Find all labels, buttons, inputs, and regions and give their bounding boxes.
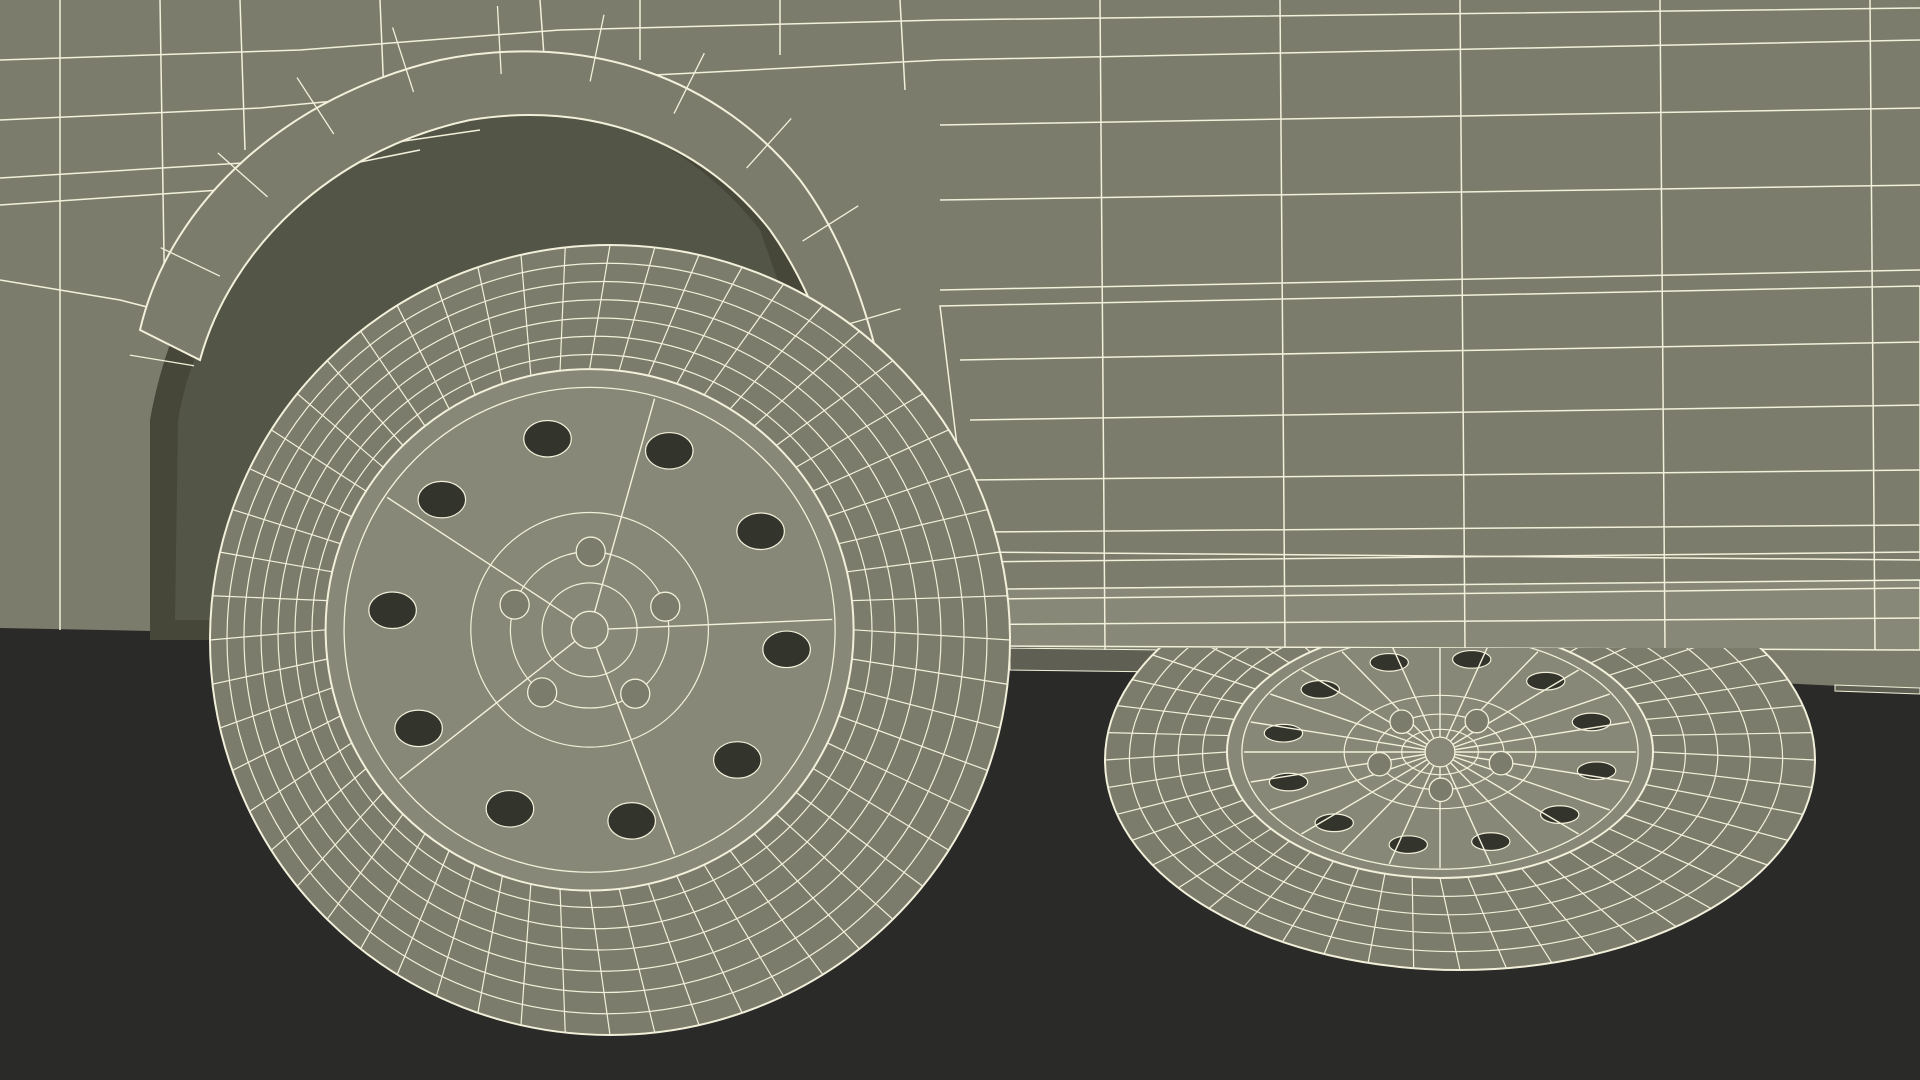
- rim-vent-5: [368, 591, 417, 630]
- lug-nut-3: [499, 589, 530, 620]
- rim-vent-8: [644, 431, 694, 470]
- rim-vent-0: [762, 630, 811, 669]
- 3d-viewport[interactable]: [0, 0, 1920, 1080]
- rim-vent-7: [523, 419, 572, 458]
- rocker-panel: [939, 285, 1920, 561]
- hub-cap: [570, 610, 609, 649]
- lug-nut-0: [650, 591, 681, 622]
- rim-vent-6: [417, 480, 467, 519]
- rim-vent-4: [394, 709, 443, 748]
- lug-nut-1: [1428, 777, 1454, 803]
- rim-vent-2: [607, 802, 657, 840]
- lug-nut-4: [575, 536, 606, 567]
- rim-vent-9: [736, 512, 785, 551]
- rim: [324, 368, 855, 892]
- lug-nut-3: [1389, 709, 1415, 735]
- front-wheel: [209, 244, 1011, 1036]
- wireframe-scene: [0, 0, 1920, 1080]
- rim-vent-1: [713, 741, 762, 779]
- lug-nut-2: [526, 677, 558, 708]
- lug-nut-1: [620, 678, 651, 709]
- underbody-part: [1009, 647, 1161, 673]
- lug-nut-0: [1488, 750, 1514, 776]
- rim-vent-3: [485, 789, 535, 828]
- hub-cap: [1424, 736, 1456, 768]
- lug-nut-2: [1367, 751, 1392, 777]
- lug-nut-4: [1464, 708, 1490, 734]
- rim: [1226, 648, 1654, 879]
